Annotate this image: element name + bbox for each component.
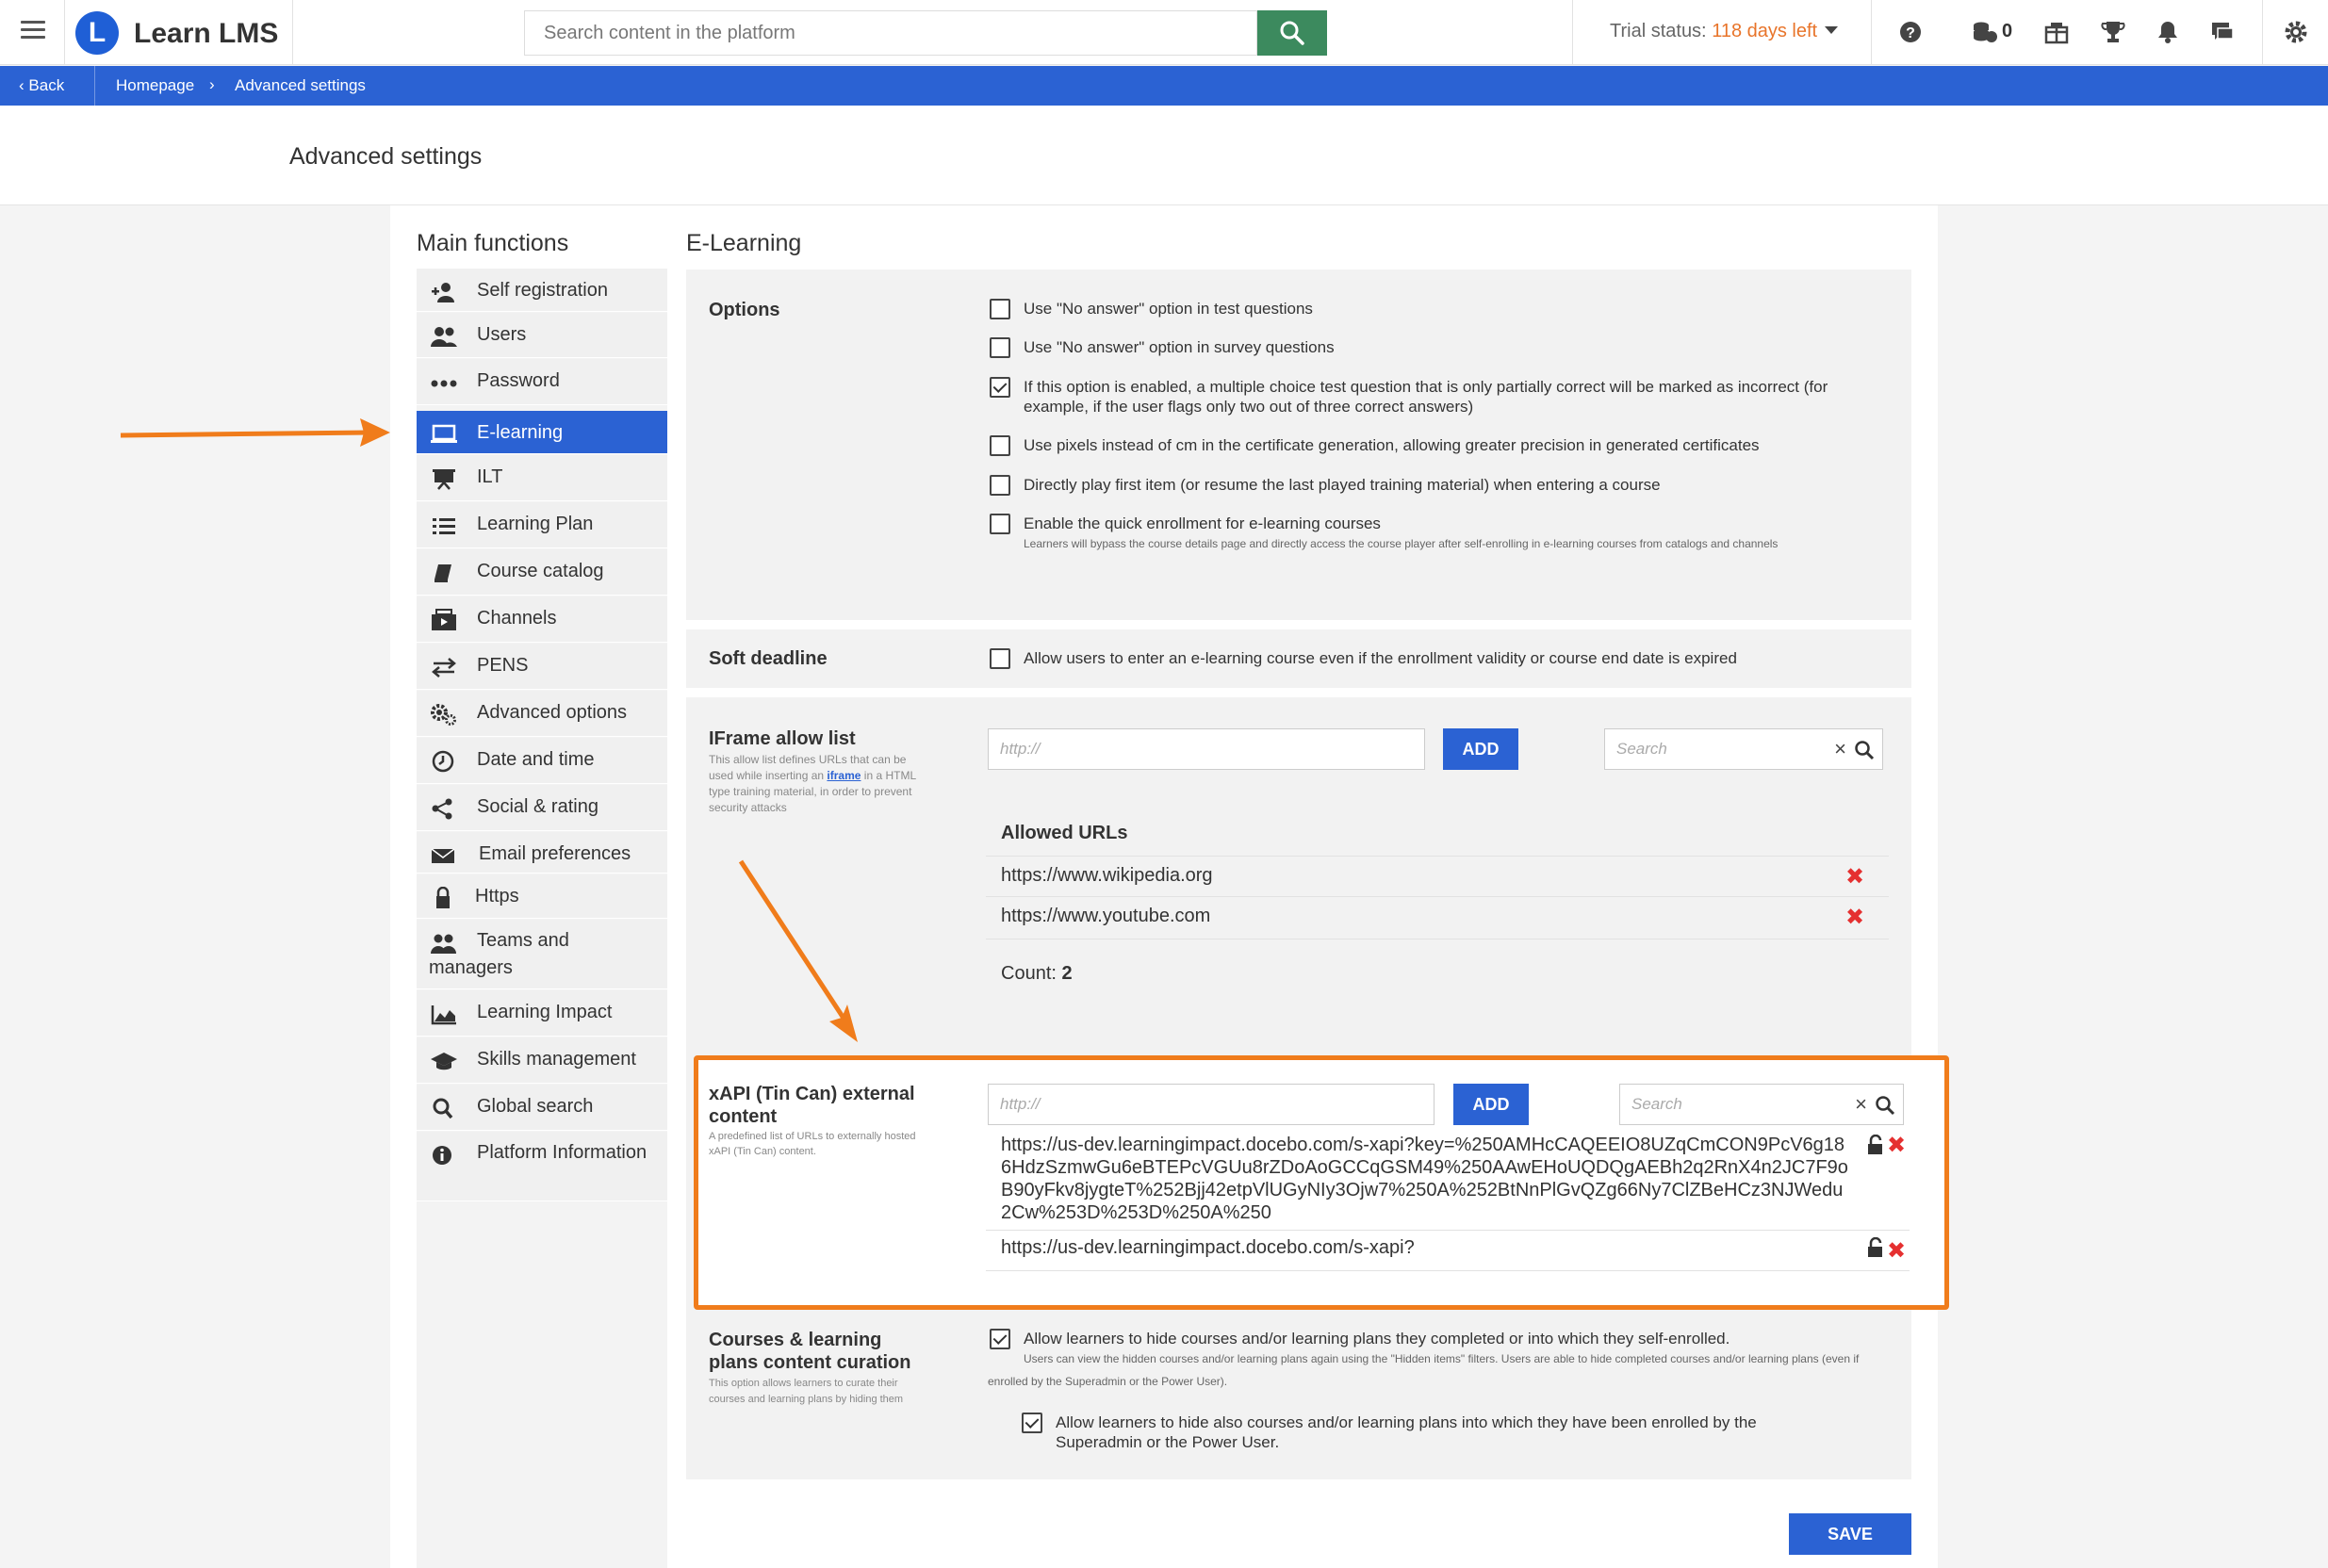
- annotation-arrows: [120, 418, 858, 1042]
- arrow-head: [829, 1004, 858, 1042]
- arrow-to-sidebar: [120, 430, 369, 438]
- arrow-to-xapi: [738, 859, 847, 1021]
- arrow-head: [360, 418, 390, 447]
